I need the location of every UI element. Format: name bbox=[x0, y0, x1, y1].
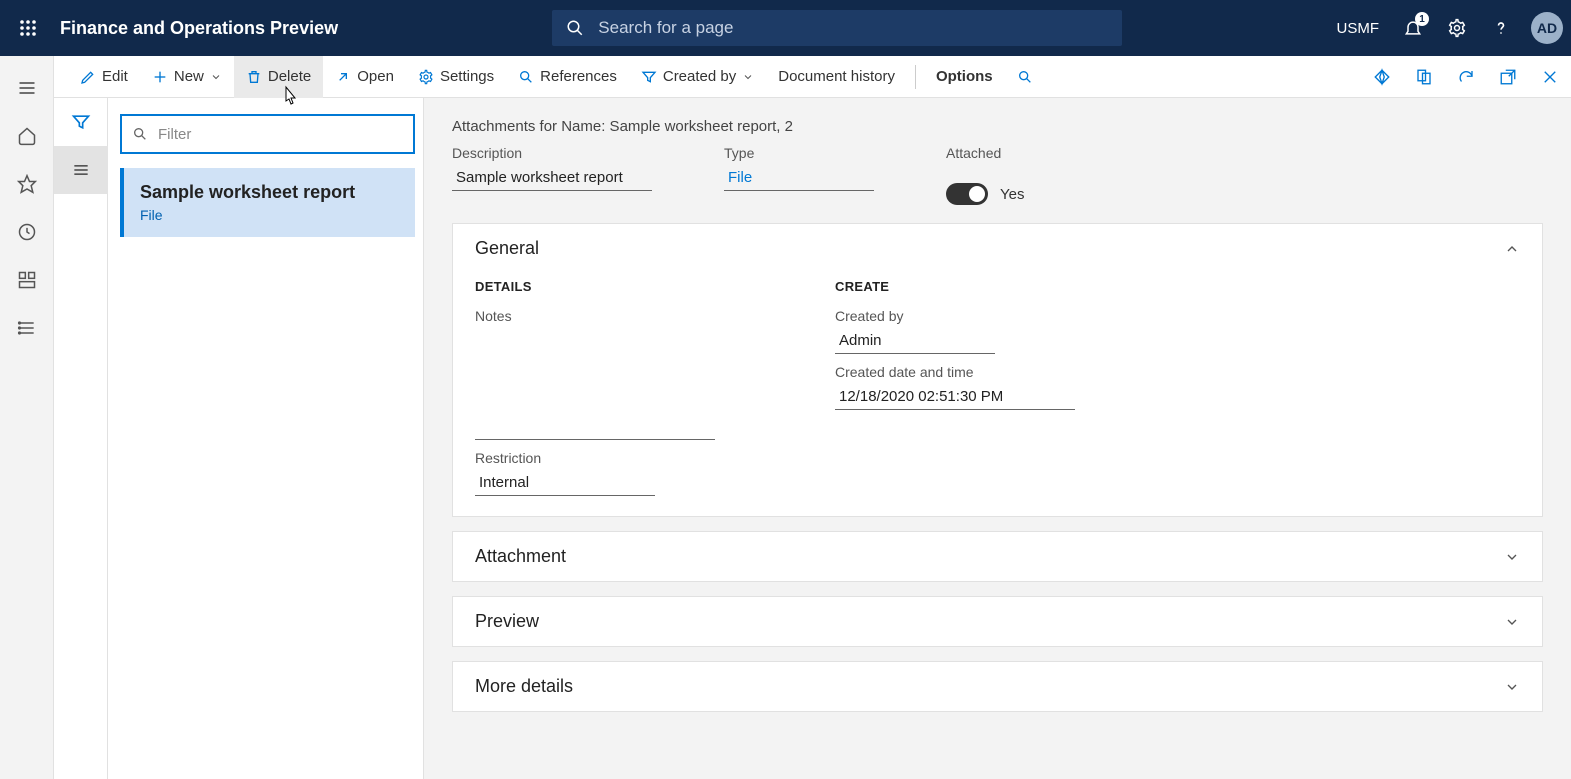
attachments-icon[interactable] bbox=[1403, 56, 1445, 98]
chevron-down-icon bbox=[1504, 614, 1520, 630]
description-value[interactable]: Sample worksheet report bbox=[452, 165, 652, 191]
home-icon[interactable] bbox=[3, 112, 51, 160]
attachment-section: Attachment bbox=[452, 531, 1543, 582]
page-title: Attachments for Name: Sample worksheet r… bbox=[452, 118, 1543, 135]
restriction-value[interactable]: Internal bbox=[475, 470, 655, 496]
chevron-down-icon bbox=[1504, 549, 1520, 565]
app-launcher-icon[interactable] bbox=[8, 19, 48, 37]
general-header[interactable]: General bbox=[453, 224, 1542, 273]
gear-icon bbox=[418, 69, 434, 85]
separator bbox=[915, 65, 916, 89]
action-pane: Edit New Delete Open Settings References… bbox=[0, 56, 1571, 98]
close-icon[interactable] bbox=[1529, 56, 1571, 98]
search-icon bbox=[1017, 69, 1033, 85]
search-input[interactable] bbox=[598, 18, 1108, 38]
details-heading: DETAILS bbox=[475, 279, 715, 294]
type-value[interactable]: File bbox=[724, 165, 874, 191]
popout-icon[interactable] bbox=[1487, 56, 1529, 98]
attached-toggle[interactable] bbox=[946, 183, 988, 205]
funnel-icon bbox=[641, 69, 657, 85]
notes-field[interactable] bbox=[475, 330, 715, 440]
search-icon bbox=[518, 69, 534, 85]
filter-input[interactable] bbox=[158, 126, 403, 143]
type-field: Type File bbox=[724, 145, 874, 191]
settings-button[interactable] bbox=[1437, 8, 1477, 48]
left-nav-rail bbox=[0, 56, 54, 779]
detail-pane: Attachments for Name: Sample worksheet r… bbox=[424, 98, 1571, 779]
refresh-icon[interactable] bbox=[1445, 56, 1487, 98]
settings-menu[interactable]: Settings bbox=[406, 56, 506, 98]
delete-button[interactable]: Delete bbox=[234, 56, 323, 98]
references-button[interactable]: References bbox=[506, 56, 629, 98]
favorites-icon[interactable] bbox=[3, 160, 51, 208]
preview-section: Preview bbox=[452, 596, 1543, 647]
app-title: Finance and Operations Preview bbox=[60, 18, 338, 39]
attached-field: Attached Yes bbox=[946, 145, 1024, 205]
diamond-icon[interactable] bbox=[1361, 56, 1403, 98]
search-icon bbox=[132, 126, 148, 142]
chevron-down-icon bbox=[742, 71, 754, 83]
plus-icon bbox=[152, 69, 168, 85]
list-view-icon[interactable] bbox=[54, 146, 108, 194]
list-item-type: File bbox=[140, 207, 399, 223]
chevron-down-icon bbox=[1504, 679, 1520, 695]
search-icon bbox=[566, 19, 584, 37]
create-heading: CREATE bbox=[835, 279, 1075, 294]
notifications-button[interactable]: 1 bbox=[1393, 8, 1433, 48]
general-section: General DETAILS Notes Restriction Intern… bbox=[452, 223, 1543, 517]
filter-pane-icon[interactable] bbox=[54, 98, 108, 146]
new-button[interactable]: New bbox=[140, 56, 234, 98]
list-item[interactable]: Sample worksheet report File bbox=[120, 168, 415, 237]
preview-header[interactable]: Preview bbox=[453, 597, 1542, 646]
list-view-rail bbox=[54, 98, 108, 779]
top-navbar: Finance and Operations Preview USMF 1 AD bbox=[0, 0, 1571, 56]
options-tab[interactable]: Options bbox=[924, 56, 1005, 98]
filter-box[interactable] bbox=[120, 114, 415, 154]
trash-icon bbox=[246, 69, 262, 85]
pencil-icon bbox=[80, 69, 96, 85]
notification-badge: 1 bbox=[1415, 12, 1429, 26]
open-arrow-icon bbox=[335, 69, 351, 85]
open-button[interactable]: Open bbox=[323, 56, 406, 98]
created-by-filter[interactable]: Created by bbox=[629, 56, 766, 98]
help-button[interactable] bbox=[1481, 8, 1521, 48]
created-by-value: Admin bbox=[835, 328, 995, 354]
more-details-header[interactable]: More details bbox=[453, 662, 1542, 711]
global-search[interactable] bbox=[552, 10, 1122, 46]
chevron-down-icon bbox=[210, 71, 222, 83]
list-item-title: Sample worksheet report bbox=[140, 182, 399, 203]
recent-icon[interactable] bbox=[3, 208, 51, 256]
more-details-section: More details bbox=[452, 661, 1543, 712]
user-avatar[interactable]: AD bbox=[1531, 12, 1563, 44]
edit-button[interactable]: Edit bbox=[68, 56, 140, 98]
description-field: Description Sample worksheet report bbox=[452, 145, 652, 191]
hamburger-button[interactable] bbox=[3, 64, 51, 112]
created-dt-value: 12/18/2020 02:51:30 PM bbox=[835, 384, 1075, 410]
workspaces-icon[interactable] bbox=[3, 256, 51, 304]
company-picker[interactable]: USMF bbox=[1337, 20, 1380, 37]
find-button[interactable] bbox=[1005, 56, 1045, 98]
modules-icon[interactable] bbox=[3, 304, 51, 352]
attachment-header[interactable]: Attachment bbox=[453, 532, 1542, 581]
record-list-panel: Sample worksheet report File bbox=[108, 98, 424, 779]
document-history-button[interactable]: Document history bbox=[766, 56, 907, 98]
chevron-up-icon bbox=[1504, 241, 1520, 257]
